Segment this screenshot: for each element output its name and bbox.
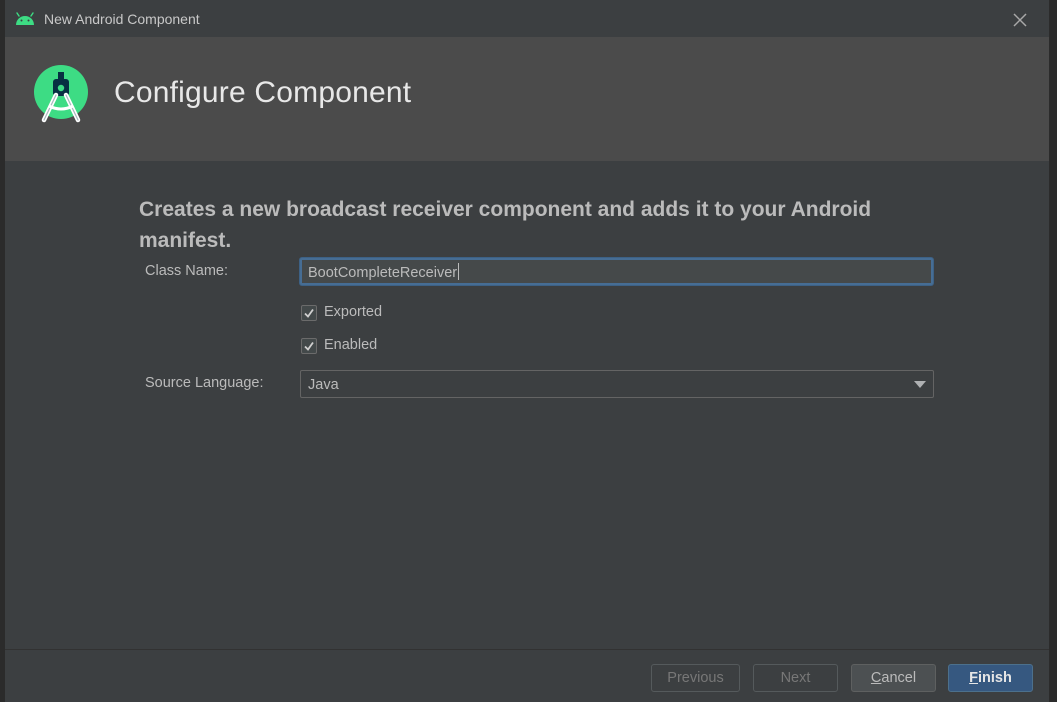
cancel-button-label: ancel	[881, 670, 917, 686]
ide-editor-edge-right	[1049, 0, 1057, 702]
cancel-mnemonic: C	[870, 670, 882, 686]
previous-button[interactable]: Previous	[651, 664, 740, 692]
class-name-label: Class Name:	[145, 263, 228, 279]
exported-checkbox[interactable]	[301, 305, 317, 321]
previous-button-label: Previous	[667, 670, 724, 686]
cancel-button[interactable]: Cancel	[851, 664, 936, 692]
next-button-label: Next	[780, 670, 811, 686]
source-language-value: Java	[308, 377, 339, 393]
exported-label: Exported	[324, 304, 383, 320]
enabled-checkbox-row[interactable]: Enabled	[300, 337, 420, 356]
android-studio-logo-icon	[34, 65, 88, 123]
class-name-input[interactable]: BootCompleteReceiver	[300, 258, 933, 285]
finish-button[interactable]: Finish	[948, 664, 1033, 692]
check-icon	[304, 308, 314, 318]
text-caret	[458, 263, 460, 280]
page-title: Configure Component	[114, 76, 412, 109]
wizard-header: Configure Component	[5, 37, 1049, 161]
new-component-dialog: New Android Component Configure Componen…	[5, 0, 1049, 702]
wizard-footer: Previous Next Cancel Finish	[5, 650, 1049, 702]
wizard-content: Creates a new broadcast receiver compone…	[5, 161, 1049, 649]
check-icon	[304, 341, 314, 351]
exported-checkbox-row[interactable]: Exported	[300, 304, 420, 323]
chevron-down-icon	[914, 381, 926, 388]
finish-mnemonic: F	[969, 670, 978, 686]
source-language-label: Source Language:	[145, 375, 264, 391]
class-name-value: BootCompleteReceiver	[308, 265, 458, 281]
android-icon	[16, 12, 34, 25]
dialog-title: New Android Component	[44, 11, 200, 27]
dialog-titlebar: New Android Component	[5, 0, 1049, 37]
finish-button-label: inish	[978, 670, 1012, 686]
source-language-select[interactable]: Java	[300, 370, 934, 398]
next-button[interactable]: Next	[753, 664, 838, 692]
component-description: Creates a new broadcast receiver compone…	[139, 198, 872, 252]
close-icon[interactable]	[1009, 9, 1031, 31]
enabled-checkbox[interactable]	[301, 338, 317, 354]
enabled-label: Enabled	[324, 337, 378, 353]
